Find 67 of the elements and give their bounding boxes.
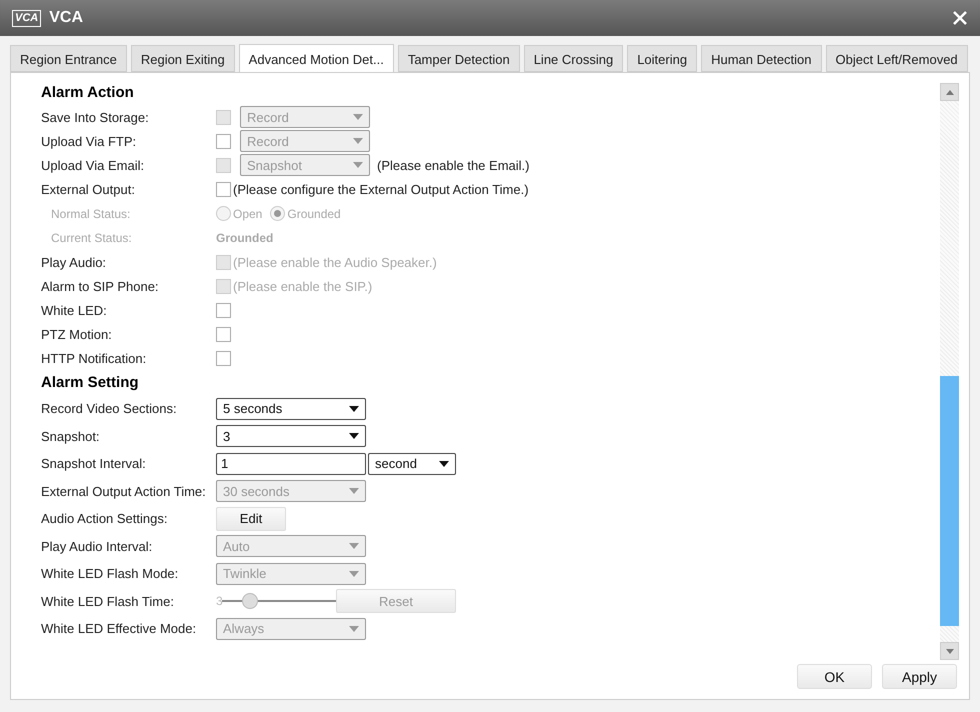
field-label: White LED Flash Mode: xyxy=(41,566,180,582)
section-heading: Alarm Setting xyxy=(41,373,140,394)
tab[interactable]: Object Left/Removed xyxy=(826,45,968,72)
field-label: Normal Status: xyxy=(50,206,132,221)
tab[interactable]: Region Exiting xyxy=(130,45,235,72)
field-label: Play Audio: xyxy=(41,254,108,270)
hint-text: (Please configure the External Output Action Time.) xyxy=(233,182,529,198)
caret-icon xyxy=(353,138,363,144)
tab[interactable]: Region Entrance xyxy=(10,45,127,72)
tab[interactable]: Human Detection xyxy=(701,45,822,72)
field-label: Upload Via FTP: xyxy=(41,134,138,149)
caret-icon xyxy=(349,406,359,412)
tab[interactable]: Loitering xyxy=(627,45,698,72)
checkbox[interactable] xyxy=(216,351,231,366)
app-logo: VCA xyxy=(12,10,42,26)
edit-button[interactable]: Edit xyxy=(216,506,286,531)
slider-value: 3 xyxy=(216,594,222,608)
caret-icon xyxy=(349,626,359,632)
checkbox[interactable] xyxy=(216,327,231,342)
caret-icon xyxy=(349,543,359,550)
field-label: White LED Flash Time: xyxy=(41,594,175,609)
caret-icon xyxy=(349,570,359,577)
dropdown[interactable]: second xyxy=(368,452,456,475)
checkbox[interactable] xyxy=(216,303,231,318)
caret-icon xyxy=(353,162,363,168)
field-label: White LED Effective Mode: xyxy=(41,621,198,636)
field-label: External Output: xyxy=(41,182,136,198)
scrollbar[interactable] xyxy=(940,83,959,660)
field-label: Record Video Sections: xyxy=(41,401,178,416)
section-heading: Alarm Action xyxy=(41,83,135,103)
dialog-button[interactable]: Apply xyxy=(882,664,957,689)
hint-text: (Please enable the Email.) xyxy=(377,158,530,173)
up-arrow-icon[interactable] xyxy=(946,90,954,94)
window-title: VCA xyxy=(49,9,84,27)
field-label: External Output Action Time: xyxy=(41,484,207,499)
field-label: Save Into Storage: xyxy=(41,110,150,125)
tab[interactable]: Tamper Detection xyxy=(398,45,520,72)
hint-text: (Please enable the Audio Speaker.) xyxy=(233,254,437,270)
field-label: Audio Action Settings: xyxy=(41,511,168,526)
interval-input[interactable]: 1 xyxy=(216,452,366,475)
field-label: White LED: xyxy=(41,303,108,318)
checkbox[interactable] xyxy=(216,182,231,198)
down-arrow-icon[interactable] xyxy=(946,648,954,654)
field-label: Snapshot Interval: xyxy=(41,456,147,472)
hint-text: (Please enable the SIP.) xyxy=(233,278,372,294)
field-label: Current Status: xyxy=(50,231,133,246)
field-label: Snapshot: xyxy=(41,428,101,444)
tab[interactable]: Line Crossing xyxy=(524,45,624,72)
close-icon[interactable] xyxy=(952,10,968,26)
scrollbar-thumb[interactable] xyxy=(940,376,959,626)
tab[interactable]: Advanced Motion Det... xyxy=(238,44,394,73)
radio-label: Grounded xyxy=(287,206,341,221)
radio-label: Open xyxy=(233,206,262,221)
dropdown[interactable]: 3 xyxy=(216,425,366,448)
caret-icon xyxy=(349,488,359,494)
field-label: Upload Via Email: xyxy=(41,158,146,173)
field-label: PTZ Motion: xyxy=(41,327,113,342)
caret-icon xyxy=(439,460,449,467)
dialog-button[interactable]: OK xyxy=(797,664,872,689)
dropdown[interactable]: 5 seconds xyxy=(216,398,366,420)
caret-icon xyxy=(349,433,359,440)
checkbox[interactable] xyxy=(216,134,231,149)
field-label: Alarm to SIP Phone: xyxy=(41,278,160,294)
field-label: Play Audio Interval: xyxy=(41,538,154,554)
caret-icon xyxy=(353,114,363,120)
status-value: Grounded xyxy=(216,231,274,246)
field-label: HTTP Notification: xyxy=(41,351,148,366)
